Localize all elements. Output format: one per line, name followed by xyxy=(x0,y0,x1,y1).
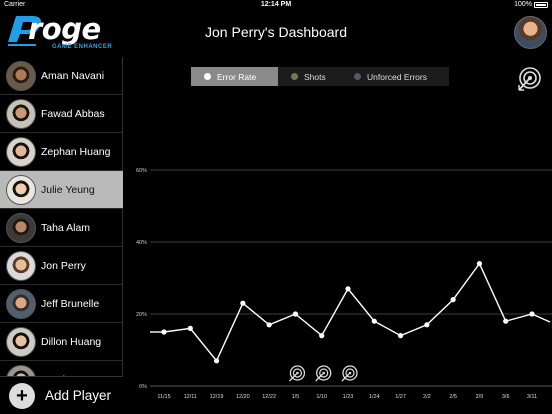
y-tick-label: 40% xyxy=(136,240,147,246)
player-name: Jeff Brunelle xyxy=(41,297,100,310)
x-tick-label: 2/5 xyxy=(449,394,457,400)
target-marker-icon[interactable] xyxy=(288,365,306,382)
data-point xyxy=(476,261,483,267)
y-tick-label: 0% xyxy=(139,384,147,390)
data-point xyxy=(213,358,220,364)
add-player-button[interactable]: + Add Player xyxy=(0,376,123,414)
profile-avatar[interactable] xyxy=(514,16,547,49)
player-row[interactable]: Zephan Huang xyxy=(0,133,123,171)
metric-tab-error-rate[interactable]: Error Rate xyxy=(191,67,278,86)
data-point xyxy=(424,322,430,328)
x-tick-label: 3/11 xyxy=(527,394,537,400)
logo-word: roge xyxy=(28,12,101,46)
x-tick-label: 1/24 xyxy=(369,394,380,400)
x-tick-label: 12/19 xyxy=(210,394,224,400)
player-avatar xyxy=(6,326,36,357)
x-tick-label: 12/20 xyxy=(236,394,250,400)
player-row[interactable]: Julie Yeung xyxy=(0,171,123,209)
x-tick-label: 1/27 xyxy=(395,394,406,400)
metric-tab-label: Unforced Errors xyxy=(367,71,427,82)
data-point xyxy=(187,325,193,331)
player-avatar xyxy=(6,250,36,281)
x-tick-label: 12/11 xyxy=(184,394,197,400)
player-sidebar: Aman Navani Fawad Abbas Zephan Huang Julie … xyxy=(0,57,123,414)
add-player-label: Add Player xyxy=(45,388,112,403)
target-icon[interactable] xyxy=(516,66,542,92)
error-rate-chart: 0% 20% 40% 60% 11/15 12/11 12/19 12/20 12/22 1/5 1… xyxy=(136,168,552,400)
player-avatar xyxy=(6,288,36,319)
player-name: Aman Navani xyxy=(41,69,105,82)
player-row[interactable]: Aman Navani xyxy=(0,57,123,95)
target-marker-icon[interactable] xyxy=(341,365,358,382)
logo-subtitle: GAME ENHANCER xyxy=(52,44,113,50)
data-point xyxy=(240,300,246,306)
x-tick-label: 2/2 xyxy=(423,394,431,400)
y-tick-label: 20% xyxy=(136,312,147,318)
data-point xyxy=(292,311,299,317)
player-name: Jon Perry xyxy=(41,259,86,272)
target-marker-icon[interactable] xyxy=(315,365,332,382)
player-avatar xyxy=(6,60,36,91)
player-avatar xyxy=(6,212,36,243)
data-point xyxy=(161,329,167,335)
x-tick-label: 1/5 xyxy=(292,394,300,400)
player-avatar xyxy=(6,98,36,129)
player-name: Zephan Huang xyxy=(41,145,111,158)
x-tick-label: 12/22 xyxy=(262,394,276,400)
player-row[interactable]: Fawad Abbas xyxy=(0,95,123,133)
player-name: Dillon Huang xyxy=(41,335,102,348)
x-tick-label: 11/15 xyxy=(157,394,170,400)
data-point xyxy=(503,318,509,324)
battery-percent: 100% xyxy=(514,1,532,8)
data-point xyxy=(371,318,377,324)
x-tick-label: 1/10 xyxy=(316,394,327,400)
metric-tab-label: Error Rate xyxy=(217,71,257,82)
status-bar: Carrier 12:14 PM 100% xyxy=(0,0,552,10)
y-tick-label: 60% xyxy=(136,168,147,174)
legend-dot-icon xyxy=(291,73,298,80)
metric-tab-label: Shots xyxy=(304,71,326,82)
data-point xyxy=(529,311,535,317)
plus-icon: + xyxy=(9,382,35,409)
page-title: Jon Perry's Dashboard xyxy=(205,24,347,40)
legend-dot-icon xyxy=(354,73,361,80)
player-avatar xyxy=(6,174,36,205)
status-time: 12:14 PM xyxy=(260,1,292,8)
player-row[interactable]: Dillon Huang xyxy=(0,323,123,361)
metric-tab-unforced-errors[interactable]: Unforced Errors xyxy=(341,67,449,86)
app-logo: roge GAME ENHANCER xyxy=(6,10,116,56)
player-row[interactable]: Taha Alam xyxy=(0,209,123,247)
data-point xyxy=(397,333,404,339)
battery-icon xyxy=(534,1,548,8)
metric-tab-shots[interactable]: Shots xyxy=(278,67,341,86)
data-point xyxy=(345,286,351,292)
player-row[interactable]: Jon Perry xyxy=(0,247,123,285)
player-avatar xyxy=(6,136,36,167)
player-name: Julie Yeung xyxy=(41,183,95,196)
player-name: Fawad Abbas xyxy=(41,107,105,120)
player-row[interactable]: Jeff Brunelle xyxy=(0,285,123,323)
metric-selector: Error Rate Shots Unforced Errors xyxy=(191,67,449,86)
battery-indicator: 100% xyxy=(514,1,548,8)
data-point xyxy=(266,322,272,328)
legend-dot-icon xyxy=(204,73,211,80)
x-tick-label: 1/23 xyxy=(343,394,354,400)
series-line xyxy=(163,262,551,363)
player-name: Taha Alam xyxy=(41,221,91,234)
x-tick-label: 2/9 xyxy=(476,394,484,400)
data-point xyxy=(450,297,456,303)
data-point xyxy=(319,333,325,339)
x-tick-label: 3/6 xyxy=(502,394,510,400)
